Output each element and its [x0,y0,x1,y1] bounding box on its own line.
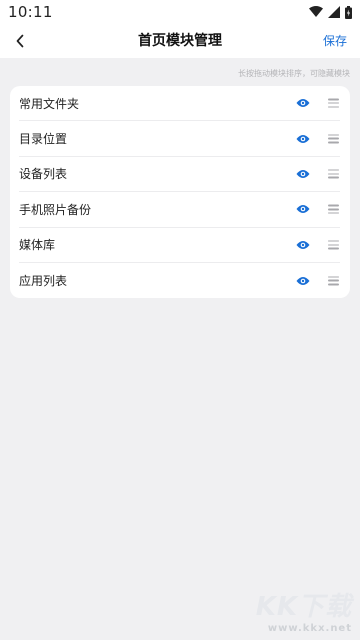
module-list: 常用文件夹 目录位置 设备列表 手机照片备份 媒体库 应用列表 [10,86,350,299]
module-label: 手机照片备份 [19,202,92,217]
drag-handle-icon[interactable] [328,240,339,250]
eye-icon[interactable] [296,169,310,179]
eye-icon[interactable] [296,204,310,214]
wifi-icon [309,6,323,17]
status-time: 10:11 [8,3,53,21]
watermark-logo: KK下载 [255,592,352,622]
module-label: 设备列表 [19,167,68,182]
watermark-url: www.kkx.net [267,623,352,634]
battery-icon [345,5,352,19]
module-label: 常用文件夹 [19,96,80,111]
drag-handle-icon[interactable] [328,134,339,144]
drag-handle-icon[interactable] [328,169,339,179]
module-row[interactable]: 设备列表 [19,157,340,193]
module-label: 媒体库 [19,238,56,253]
module-label: 应用列表 [19,274,68,289]
eye-icon[interactable] [296,276,310,286]
drag-handle-icon[interactable] [328,204,339,214]
module-row[interactable]: 常用文件夹 [19,86,340,122]
drag-handle-icon[interactable] [328,276,339,286]
eye-icon[interactable] [296,134,310,144]
sort-hint: 长按拖动模块排序，可隐藏模块 [238,69,350,78]
module-row[interactable]: 目录位置 [19,121,340,157]
eye-icon[interactable] [296,98,310,108]
module-label: 目录位置 [19,132,68,147]
module-row[interactable]: 媒体库 [19,228,340,263]
drag-handle-icon[interactable] [328,98,339,108]
page-title: 首页模块管理 [138,33,222,49]
signal-icon [328,6,340,18]
eye-icon[interactable] [296,240,310,250]
status-icons [309,5,352,19]
module-row[interactable]: 手机照片备份 [19,192,340,228]
save-button[interactable]: 保存 [323,24,347,58]
watermark: KK下载 www.kkx.net [256,586,352,634]
app-bar: 首页模块管理 保存 [0,24,360,58]
status-bar: 10:11 [0,0,360,24]
module-row[interactable]: 应用列表 [19,263,340,298]
